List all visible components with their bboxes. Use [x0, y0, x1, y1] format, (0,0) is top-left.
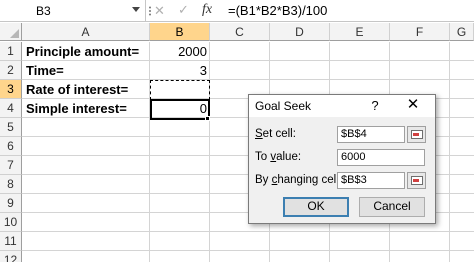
row-header-3[interactable]: 3: [0, 80, 22, 99]
cell-a3[interactable]: Rate of interest=: [26, 80, 150, 99]
cell-a4[interactable]: Simple interest=: [26, 99, 150, 118]
row-header-2[interactable]: 2: [0, 61, 22, 80]
column-header-f[interactable]: F: [390, 23, 450, 41]
row-header-7[interactable]: 7: [0, 156, 22, 175]
insert-function-icon[interactable]: fx: [202, 2, 212, 18]
dialog-title: Goal Seek: [255, 99, 312, 113]
range-selector-button[interactable]: [407, 126, 426, 143]
help-icon[interactable]: ?: [367, 98, 383, 113]
ok-button[interactable]: OK: [283, 197, 349, 217]
cell-a2[interactable]: Time=: [26, 61, 150, 80]
goal-seek-dialog: Goal Seek ? ✕ Set cell: $B$4 To value: 6…: [248, 94, 436, 224]
cell-b2[interactable]: 3: [150, 61, 210, 80]
row-header-4[interactable]: 4: [0, 99, 22, 118]
range-selector-icon: [411, 176, 423, 185]
cell-b3-marquee[interactable]: [150, 80, 210, 100]
set-cell-input[interactable]: $B$4: [337, 126, 405, 143]
column-header-e[interactable]: E: [330, 23, 390, 41]
column-header-b[interactable]: B: [150, 23, 210, 41]
active-cell-b4[interactable]: [150, 99, 210, 120]
range-selector-icon: [411, 130, 423, 139]
cell-b1[interactable]: 2000: [150, 42, 210, 61]
column-header-g[interactable]: G: [450, 23, 474, 41]
to-value-input[interactable]: 6000: [337, 149, 425, 166]
row-header-12[interactable]: 12: [0, 251, 22, 262]
formula-input[interactable]: =(B1*B2*B3)/100: [228, 0, 327, 22]
close-icon[interactable]: ✕: [404, 97, 422, 113]
name-box-value: B3: [36, 4, 51, 18]
gridline: [449, 42, 450, 262]
row-header-1[interactable]: 1: [0, 42, 22, 61]
changing-cell-label: By changing cell:: [255, 174, 342, 186]
name-box[interactable]: B3: [0, 0, 146, 22]
column-header-a[interactable]: A: [22, 23, 150, 41]
checkmark-icon[interactable]: ✓: [178, 3, 189, 16]
more-options-icon[interactable]: [148, 6, 152, 16]
row-header-8[interactable]: 8: [0, 175, 22, 194]
to-value-label: To value:: [255, 151, 302, 163]
fill-handle[interactable]: [205, 116, 210, 121]
cell-a1[interactable]: Principle amount=: [26, 42, 150, 61]
column-header-d[interactable]: D: [270, 23, 330, 41]
gridline: [22, 250, 474, 251]
set-cell-label: Set cell:: [255, 128, 296, 140]
row-header-5[interactable]: 5: [0, 118, 22, 137]
select-all-icon: [10, 29, 19, 38]
row-header-11[interactable]: 11: [0, 232, 22, 251]
gridline: [22, 231, 474, 232]
dialog-titlebar[interactable]: Goal Seek ? ✕: [249, 95, 435, 117]
cancel-button[interactable]: Cancel: [359, 197, 425, 217]
chevron-down-icon[interactable]: [132, 7, 140, 12]
changing-cell-input[interactable]: $B$3: [337, 172, 405, 189]
cancel-x-icon[interactable]: ✕: [154, 4, 165, 17]
row-header-6[interactable]: 6: [0, 137, 22, 156]
select-all-corner[interactable]: [0, 23, 22, 41]
range-selector-button[interactable]: [407, 172, 426, 189]
formula-bar: B3 ✕ ✓ fx =(B1*B2*B3)/100: [0, 0, 474, 22]
row-header-9[interactable]: 9: [0, 194, 22, 213]
row-header-10[interactable]: 10: [0, 213, 22, 232]
column-header-c[interactable]: C: [210, 23, 270, 41]
